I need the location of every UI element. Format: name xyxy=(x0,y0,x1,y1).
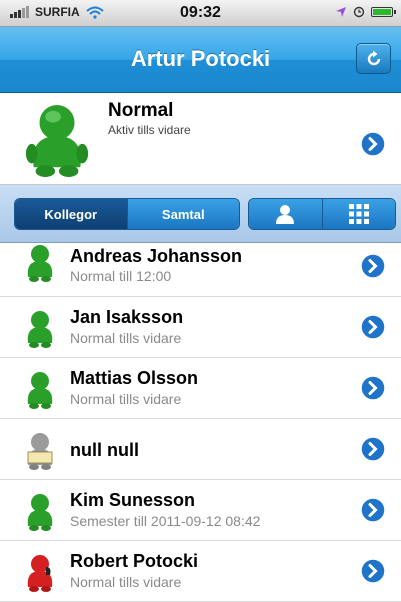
tab-samtal[interactable]: Samtal xyxy=(127,199,239,229)
contacts-button[interactable] xyxy=(249,199,323,229)
page-title: Artur Potocki xyxy=(130,46,271,71)
person-status-icon xyxy=(27,372,53,409)
location-arrow-icon xyxy=(336,7,346,17)
list-item[interactable]: null null xyxy=(0,419,401,480)
navigation-bar: Artur Potocki xyxy=(0,27,401,93)
contact-name: Kim Sunesson xyxy=(70,490,196,510)
contact-name: Robert Potocki xyxy=(70,551,199,571)
contact-name: Jan Isaksson xyxy=(70,307,184,327)
contact-name: Andreas Johansson xyxy=(70,246,243,266)
person-status-icon xyxy=(27,494,53,531)
action-segmented-control xyxy=(248,198,396,230)
view-segmented-control: Kollegor Samtal xyxy=(14,198,240,230)
status-bar: SURFIA 09:32 xyxy=(0,0,401,27)
contact-status: Semester till 2011-09-12 08:42 xyxy=(70,513,261,529)
contact-status: Normal till 12:00 xyxy=(70,268,172,284)
person-status-icon xyxy=(27,245,53,282)
contact-status: Normal tills vidare xyxy=(70,391,182,407)
disclosure-chevron-icon[interactable] xyxy=(360,253,386,279)
alarm-icon xyxy=(353,6,365,18)
person-icon xyxy=(276,205,295,224)
disclosure-chevron-icon[interactable] xyxy=(360,436,386,462)
contact-name: null null xyxy=(70,440,139,460)
segment-toolbar: Kollegor Samtal xyxy=(0,185,401,243)
my-status-row[interactable]: Normal Aktiv tills vidare xyxy=(0,93,401,185)
my-status-subtitle: Aktiv tills vidare xyxy=(108,123,191,137)
person-busy-icon xyxy=(27,555,53,592)
contact-name: Mattias Olsson xyxy=(70,368,199,388)
refresh-icon xyxy=(367,50,380,65)
person-status-icon xyxy=(27,311,53,348)
disclosure-chevron-icon[interactable] xyxy=(360,314,386,340)
disclosure-chevron-icon[interactable] xyxy=(360,375,386,401)
disclosure-chevron-icon[interactable] xyxy=(360,558,386,584)
list-item[interactable]: Mattias Olsson Normal tills vidare xyxy=(0,358,401,419)
keypad-button[interactable] xyxy=(322,199,395,229)
battery-icon xyxy=(371,7,396,17)
my-avatar-icon xyxy=(25,105,89,177)
my-status-title: Normal xyxy=(108,100,174,121)
tab-kollegor[interactable]: Kollegor xyxy=(15,199,128,229)
disclosure-chevron-icon[interactable] xyxy=(360,497,386,523)
contact-status: Normal tills vidare xyxy=(70,330,182,346)
person-away-icon xyxy=(27,433,53,470)
status-bar-right xyxy=(335,6,396,18)
contact-status: Normal tills vidare xyxy=(70,574,182,590)
refresh-button[interactable] xyxy=(356,43,391,74)
disclosure-chevron-icon[interactable] xyxy=(360,131,386,157)
list-item[interactable]: Andreas Johansson Normal till 12:00 xyxy=(0,243,401,297)
list-item[interactable]: Jan Isaksson Normal tills vidare xyxy=(0,297,401,358)
list-item[interactable]: Kim Sunesson Semester till 2011-09-12 08… xyxy=(0,480,401,541)
keypad-icon xyxy=(348,204,369,224)
contact-list: Andreas Johansson Normal till 12:00 Jan … xyxy=(0,243,401,602)
